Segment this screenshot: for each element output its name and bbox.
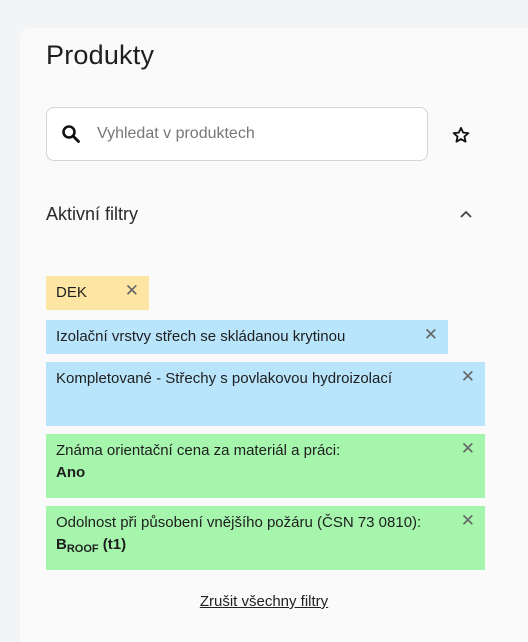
active-filters-label: Aktivní filtry — [46, 203, 139, 224]
filter-chip-izolacni-vrstvy: Izolační vrstvy střech se skládanou kryt… — [46, 320, 448, 354]
filter-chip-kompletovane: Kompletované - Střechy s povlakovou hydr… — [46, 362, 485, 426]
value-main: B — [56, 536, 67, 553]
remove-filter-icon[interactable]: ✕ — [461, 511, 475, 531]
clear-all-filters-link[interactable]: Zrušit všechny filtry — [0, 593, 528, 610]
filter-chip-value: Ano — [56, 464, 86, 481]
chevron-up-icon[interactable] — [458, 206, 474, 222]
remove-filter-icon[interactable]: ✕ — [125, 281, 139, 301]
value-subscript: ROOF — [66, 543, 99, 555]
filter-chip-label: Odolnost při působení vnějšího požáru (Č… — [56, 514, 422, 531]
filter-chip-dek: DEK ✕ — [46, 276, 149, 310]
filter-chip-orientacni-cena: Známa orientační cena za materiál a prác… — [46, 434, 485, 498]
remove-filter-icon[interactable]: ✕ — [461, 439, 475, 459]
filter-chip-odolnost-pozaru: Odolnost při působení vnějšího požáru (Č… — [46, 506, 485, 570]
filter-chip-value: BROOF (t1) — [56, 536, 127, 555]
star-icon[interactable] — [452, 126, 470, 144]
page-title: Produkty — [46, 40, 155, 70]
filter-chip-label: Izolační vrstvy střech se skládanou kryt… — [56, 328, 346, 345]
active-filters-header[interactable]: Aktivní filtry — [46, 202, 474, 226]
search-box[interactable] — [46, 107, 428, 161]
remove-filter-icon[interactable]: ✕ — [424, 325, 438, 345]
filter-chip-label: Známa orientační cena za materiál a prác… — [56, 442, 341, 459]
filter-chip-label: DEK — [56, 284, 87, 301]
search-icon — [61, 124, 81, 144]
value-suffix: (t1) — [98, 536, 127, 553]
remove-filter-icon[interactable]: ✕ — [461, 367, 475, 387]
filter-chip-label: Kompletované - Střechy s povlakovou hydr… — [56, 370, 393, 387]
search-input[interactable] — [95, 124, 427, 144]
